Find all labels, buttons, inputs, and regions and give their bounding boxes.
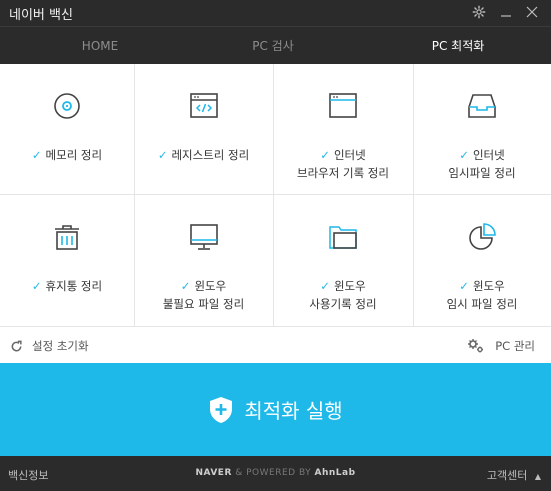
browser-icon bbox=[327, 90, 359, 122]
option-label-line1: 인터넷 bbox=[472, 148, 505, 162]
option-browser-history-cleanup[interactable]: ✓ 인터넷브라우저 기록 정리 bbox=[273, 64, 413, 195]
option-label: 휴지통 정리 bbox=[45, 279, 103, 293]
title-bar: 네이버 백신 bbox=[0, 0, 551, 26]
option-label-line2: 임시파일 정리 bbox=[448, 166, 516, 180]
run-optimize-button[interactable]: 최적화 실행 bbox=[0, 363, 551, 456]
settings-bar: 설정 초기화 PC 관리 bbox=[0, 326, 551, 363]
option-registry-cleanup[interactable]: ✓ 레지스트리 정리 bbox=[134, 64, 273, 195]
option-label-line2: 불필요 파일 정리 bbox=[162, 297, 245, 311]
close-icon[interactable] bbox=[523, 3, 541, 21]
pie-chart-icon bbox=[466, 221, 498, 253]
customer-center-label: 고객센터 bbox=[486, 469, 528, 482]
settings-gear-icon[interactable] bbox=[470, 3, 488, 21]
check-icon: ✓ bbox=[31, 279, 42, 293]
minimize-icon[interactable] bbox=[497, 3, 515, 21]
option-label-line2: 임시 파일 정리 bbox=[446, 297, 518, 311]
option-internet-temp-cleanup[interactable]: ✓ 인터넷임시파일 정리 bbox=[413, 64, 551, 195]
folder-icon bbox=[327, 221, 359, 253]
main-nav: HOME PC 검사 PC 최적화 bbox=[0, 26, 551, 64]
optimize-options-grid: ✓ 메모리 정리 ✓ 레지스트리 정리 ✓ 인터넷 브라우저 기록 정리 ✓ 인터넷 임시파… bbox=[0, 64, 551, 326]
check-icon: ✓ bbox=[459, 279, 469, 293]
naver-logo-text: NAVER bbox=[195, 468, 232, 478]
option-label-line1: 윈도우 bbox=[472, 279, 505, 293]
pc-manage-button[interactable]: PC 관리 bbox=[467, 338, 535, 354]
inbox-icon bbox=[466, 90, 498, 122]
refresh-icon bbox=[10, 340, 23, 353]
check-icon: ✓ bbox=[31, 148, 42, 162]
tab-pc-optimize[interactable]: PC 최적화 bbox=[388, 27, 528, 65]
check-icon: ✓ bbox=[459, 148, 469, 162]
reset-settings-label: 설정 초기화 bbox=[32, 339, 89, 353]
reset-settings-button[interactable]: 설정 초기화 bbox=[10, 338, 89, 354]
check-icon: ✓ bbox=[320, 148, 330, 162]
powered-by-brand: NAVER & POWERED BY AhnLab bbox=[0, 468, 551, 478]
shield-plus-icon bbox=[208, 396, 234, 424]
tab-home[interactable]: HOME bbox=[30, 27, 170, 65]
option-memory-cleanup[interactable]: ✓ 메모리 정리 bbox=[0, 64, 134, 195]
option-windows-temp-cleanup[interactable]: ✓ 윈도우임시 파일 정리 bbox=[413, 195, 551, 326]
run-optimize-label: 최적화 실행 bbox=[244, 399, 343, 423]
monitor-icon bbox=[188, 221, 220, 253]
option-windows-history-cleanup[interactable]: ✓ 윈도우사용기록 정리 bbox=[273, 195, 413, 326]
trash-icon bbox=[51, 221, 83, 253]
check-icon: ✓ bbox=[180, 279, 191, 293]
footer: 백신정보 NAVER & POWERED BY AhnLab 고객센터 ▲ bbox=[0, 456, 551, 491]
option-recycle-bin-cleanup[interactable]: ✓ 휴지통 정리 bbox=[0, 195, 134, 326]
tab-pc-scan[interactable]: PC 검사 bbox=[203, 27, 343, 65]
registry-icon bbox=[188, 90, 220, 122]
option-label-line1: 윈도우 bbox=[194, 279, 227, 293]
option-label-line2: 사용기록 정리 bbox=[309, 297, 377, 311]
option-label-line2: 브라우저 기록 정리 bbox=[297, 166, 389, 180]
option-label: 메모리 정리 bbox=[45, 148, 103, 162]
check-icon: ✓ bbox=[320, 279, 330, 293]
check-icon: ✓ bbox=[157, 148, 168, 162]
option-windows-unneeded-cleanup[interactable]: ✓ 윈도우불필요 파일 정리 bbox=[134, 195, 273, 326]
pc-manage-label: PC 관리 bbox=[495, 339, 535, 353]
gears-icon bbox=[467, 338, 485, 354]
app-title: 네이버 백신 bbox=[9, 8, 73, 23]
option-label: 레지스트리 정리 bbox=[171, 148, 250, 162]
memory-icon bbox=[51, 90, 83, 122]
option-label-line1: 윈도우 bbox=[333, 279, 366, 293]
customer-center-link[interactable]: 고객센터 ▲ bbox=[487, 467, 541, 483]
powered-by-text: & POWERED BY bbox=[235, 468, 312, 478]
option-label-line1: 인터넷 bbox=[333, 148, 366, 162]
triangle-up-icon: ▲ bbox=[534, 472, 541, 481]
ahnlab-logo-text: AhnLab bbox=[314, 468, 356, 478]
